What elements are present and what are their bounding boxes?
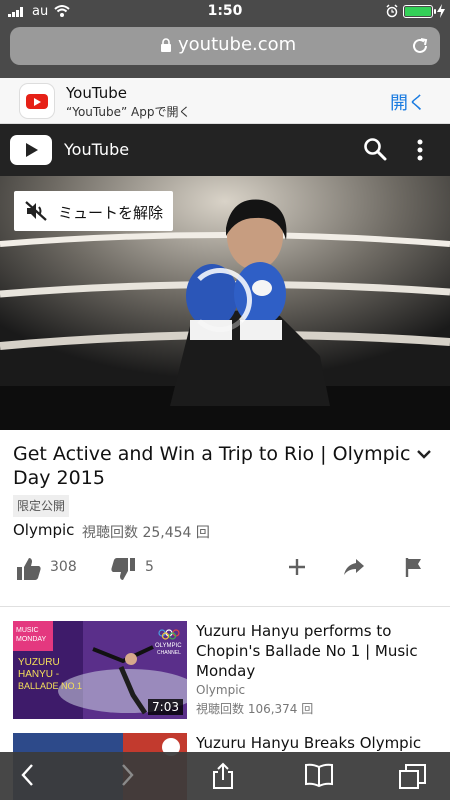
lock-icon — [161, 38, 171, 52]
share-icon[interactable] — [342, 556, 366, 578]
related-video-title: Yuzuru Hanyu Breaks Olympic — [196, 734, 422, 752]
thumb-text-4: HANYU - — [18, 669, 59, 680]
open-in-app-banner: YouTube “YouTube” Appで開く 開く — [0, 78, 450, 124]
channel-name[interactable]: Olympic — [13, 521, 74, 539]
video-title: Get Active and Win a Trip to Rio | Olymp… — [13, 443, 411, 489]
banner-subtitle: “YouTube” Appで開く — [66, 105, 191, 119]
youtube-header: YouTube — [0, 124, 450, 176]
related-video-channel: Olympic — [196, 683, 246, 697]
browser-toolbar — [0, 752, 450, 800]
banner-app-name: YouTube — [66, 84, 127, 102]
charging-icon — [437, 4, 445, 18]
related-video-views: 視聴回数 106,374 回 — [196, 702, 314, 716]
header-title: YouTube — [64, 140, 130, 159]
thumb-text-6: OLYMPIC — [155, 643, 182, 649]
divider — [0, 606, 450, 607]
unmute-button[interactable]: ミュートを解除 — [14, 191, 173, 231]
url-text: youtube.com — [178, 34, 297, 55]
thumb-text-5: BALLADE NO.1 — [18, 681, 82, 691]
video-actions: 308 5 — [0, 552, 450, 586]
alarm-icon — [386, 4, 398, 18]
status-bar: au 1:50 — [0, 0, 450, 22]
back-icon[interactable] — [18, 762, 38, 788]
unmute-label: ミュートを解除 — [58, 204, 164, 222]
browser-chrome: au 1:50 youtube.com — [0, 0, 450, 78]
address-bar[interactable]: youtube.com — [10, 27, 440, 65]
related-video-title: Yuzuru Hanyu performs to Chopin's Ballad… — [196, 622, 418, 680]
reload-icon[interactable] — [410, 36, 430, 56]
bookmarks-icon[interactable] — [304, 762, 334, 788]
more-options-icon[interactable] — [410, 138, 430, 162]
chevron-down-icon[interactable] — [414, 446, 434, 462]
youtube-app-icon — [20, 84, 54, 118]
youtube-logo-icon[interactable] — [10, 135, 52, 165]
thumb-text-1: MUSIC — [16, 627, 39, 634]
search-icon[interactable] — [362, 136, 388, 162]
visibility-badge: 限定公開 — [13, 495, 70, 517]
like-count: 308 — [50, 559, 77, 575]
clock: 1:50 — [207, 3, 243, 19]
share-sheet-icon[interactable] — [210, 762, 236, 790]
video-thumbnail[interactable]: MUSIC MONDAY YUZURU HANYU - BALLADE NO.1… — [13, 621, 187, 719]
loading-spinner-icon — [188, 268, 252, 332]
video-duration: 7:03 — [148, 699, 183, 715]
view-count: 視聴回数 25,454 回 — [82, 525, 210, 541]
thumb-text-2: MONDAY — [16, 636, 47, 643]
open-app-button[interactable]: 開く — [390, 89, 426, 115]
flag-icon[interactable] — [404, 556, 424, 578]
related-video-item[interactable]: MUSIC MONDAY YUZURU HANYU - BALLADE NO.1… — [13, 621, 439, 721]
thumb-text-7: CHANNEL — [157, 650, 181, 656]
add-to-playlist-icon[interactable] — [286, 556, 308, 578]
tabs-icon[interactable] — [398, 762, 428, 790]
dislike-icon[interactable] — [110, 556, 136, 582]
forward-icon[interactable] — [117, 762, 137, 788]
thumb-text-3: YUZURU — [18, 657, 60, 668]
battery-icon — [403, 5, 436, 18]
dislike-count: 5 — [145, 559, 154, 575]
like-icon[interactable] — [16, 556, 42, 582]
video-player[interactable]: ミュートを解除 — [0, 176, 450, 430]
speaker-muted-icon — [25, 201, 47, 221]
